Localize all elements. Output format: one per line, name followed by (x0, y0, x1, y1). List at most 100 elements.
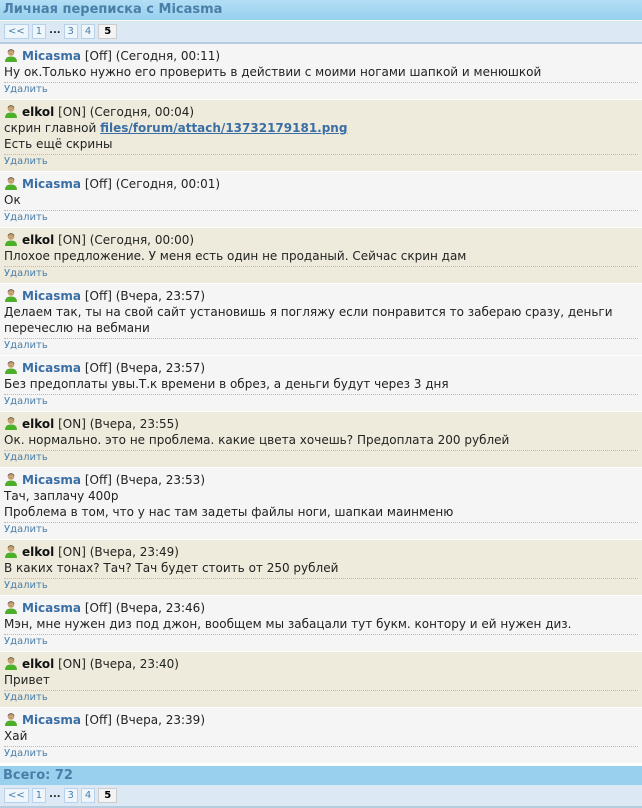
message-time: (Вчера, 23:55) (89, 417, 179, 431)
message-line-text: Ок (4, 193, 21, 207)
message-author[interactable]: Micasma (22, 473, 81, 487)
message-item: Micasma [Off] (Сегодня, 00:11) Ну ок.Толь… (0, 44, 642, 100)
message-time: (Вчера, 23:46) (115, 601, 205, 615)
message-header: Micasma [Off] (Сегодня, 00:11) (4, 48, 638, 64)
message-line-text: Привет (4, 673, 50, 687)
user-status: [Off] (84, 289, 112, 303)
message-author[interactable]: Micasma (22, 713, 81, 727)
pager-top: << 1... 3 4 5 (0, 21, 642, 44)
message-line-text: В каких тонах? Тач? Тач будет стоить от … (4, 561, 339, 575)
message-item: elkol [ON] (Вчера, 23:49) В каких тонах? … (0, 540, 642, 596)
page-3-button[interactable]: 3 (63, 788, 78, 803)
message-author[interactable]: elkol (22, 417, 54, 431)
message-line: Ок (4, 192, 638, 208)
page-1-button[interactable]: 1 (31, 24, 47, 39)
message-item: elkol [ON] (Вчера, 23:55) Ок. нормально. … (0, 412, 642, 468)
delete-link[interactable]: Удалить (4, 211, 638, 225)
delete-link[interactable]: Удалить (4, 339, 638, 353)
message-author[interactable]: elkol (22, 233, 54, 247)
message-line: Делаем так, ты на свой сайт установишь я… (4, 304, 638, 336)
message-item: Micasma [Off] (Вчера, 23:46) Мэн, мне нуж… (0, 596, 642, 652)
delete-link[interactable]: Удалить (4, 635, 638, 649)
message-line-text: Без предоплаты увы.Т.к времени в обрез, … (4, 377, 449, 391)
message-header: Micasma [Off] (Вчера, 23:57) (4, 360, 638, 376)
delete-link[interactable]: Удалить (4, 747, 638, 761)
message-header: Micasma [Off] (Вчера, 23:57) (4, 288, 638, 304)
message-time: (Вчера, 23:57) (115, 289, 205, 303)
message-header: elkol [ON] (Вчера, 23:40) (4, 656, 638, 672)
message-time: (Сегодня, 00:04) (89, 105, 195, 119)
message-text: скрин главной files/forum/attach/1373217… (4, 120, 638, 155)
message-line: В каких тонах? Тач? Тач будет стоить от … (4, 560, 638, 576)
user-icon (4, 600, 18, 614)
user-status: [Off] (84, 361, 112, 375)
message-item: Micasma [Off] (Вчера, 23:57) Делаем так, … (0, 284, 642, 356)
user-icon (4, 48, 18, 62)
message-text: Без предоплаты увы.Т.к времени в обрез, … (4, 376, 638, 395)
message-text: Делаем так, ты на свой сайт установишь я… (4, 304, 638, 339)
delete-link[interactable]: Удалить (4, 451, 638, 465)
message-header: Micasma [Off] (Вчера, 23:39) (4, 712, 638, 728)
page-1-button[interactable]: 1 (31, 788, 47, 803)
message-author[interactable]: Micasma (22, 49, 81, 63)
user-icon (4, 232, 18, 246)
message-line-text: Мэн, мне нужен диз под джон, вообщем мы … (4, 617, 572, 631)
user-status: [ON] (58, 417, 86, 431)
delete-link[interactable]: Удалить (4, 579, 638, 593)
message-time: (Сегодня, 00:00) (89, 233, 195, 247)
page-5-button[interactable]: 5 (98, 788, 118, 803)
message-line: скрин главной files/forum/attach/1373217… (4, 120, 638, 136)
message-author[interactable]: elkol (22, 105, 54, 119)
message-author[interactable]: Micasma (22, 177, 81, 191)
message-line: Хай (4, 728, 638, 744)
user-icon (4, 656, 18, 670)
page-ellipsis: ... (49, 25, 61, 36)
user-icon (4, 712, 18, 726)
delete-link[interactable]: Удалить (4, 395, 638, 409)
message-header: elkol [ON] (Сегодня, 00:00) (4, 232, 638, 248)
message-time: (Вчера, 23:53) (115, 473, 205, 487)
message-header: elkol [ON] (Вчера, 23:49) (4, 544, 638, 560)
user-icon (4, 176, 18, 190)
delete-link[interactable]: Удалить (4, 691, 638, 705)
message-author[interactable]: elkol (22, 545, 54, 559)
message-author[interactable]: Micasma (22, 601, 81, 615)
attachment-link[interactable]: files/forum/attach/13732179181.png (100, 121, 347, 135)
page-4-button[interactable]: 4 (80, 24, 96, 39)
message-line-text: Есть ещё скрины (4, 137, 113, 151)
message-line: Ну ок.Только нужно его проверить в дейст… (4, 64, 638, 80)
page-prev-button[interactable]: << (4, 24, 29, 39)
message-time: (Сегодня, 00:01) (115, 177, 221, 191)
user-status: [Off] (84, 713, 112, 727)
page-5-button[interactable]: 5 (98, 24, 118, 39)
user-icon (4, 472, 18, 486)
message-author[interactable]: Micasma (22, 361, 81, 375)
message-line-text: Ну ок.Только нужно его проверить в дейст… (4, 65, 542, 79)
page-4-button[interactable]: 4 (80, 788, 96, 803)
message-line: Тач, заплачу 400р (4, 488, 638, 504)
page-prev-button[interactable]: << (4, 788, 29, 803)
pager-bottom: << 1... 3 4 5 (0, 785, 642, 808)
user-status: [Off] (84, 601, 112, 615)
message-line-text: Делаем так, ты на свой сайт установишь я… (4, 305, 613, 335)
delete-link[interactable]: Удалить (4, 83, 638, 97)
delete-link[interactable]: Удалить (4, 155, 638, 169)
page-3-button[interactable]: 3 (63, 24, 78, 39)
message-text: Мэн, мне нужен диз под джон, вообщем мы … (4, 616, 638, 635)
message-line-text: Проблема в том, что у нас там задеты фай… (4, 505, 454, 519)
user-icon (4, 544, 18, 558)
message-text: Привет (4, 672, 638, 691)
page-title: Личная переписка с Micasma (0, 0, 642, 21)
message-line-text: Тач, заплачу 400р (4, 489, 119, 503)
delete-link[interactable]: Удалить (4, 523, 638, 537)
message-author[interactable]: elkol (22, 657, 54, 671)
message-item: Micasma [Off] (Сегодня, 00:01) Ок Удалить (0, 172, 642, 228)
message-author[interactable]: Micasma (22, 289, 81, 303)
message-header: elkol [ON] (Сегодня, 00:04) (4, 104, 638, 120)
user-status: [ON] (58, 545, 86, 559)
message-line: Ок. нормально. это не проблема. какие цв… (4, 432, 638, 448)
message-line: Мэн, мне нужен диз под джон, вообщем мы … (4, 616, 638, 632)
message-line: Без предоплаты увы.Т.к времени в обрез, … (4, 376, 638, 392)
message-item: elkol [ON] (Вчера, 23:40) Привет Удалить (0, 652, 642, 708)
delete-link[interactable]: Удалить (4, 267, 638, 281)
